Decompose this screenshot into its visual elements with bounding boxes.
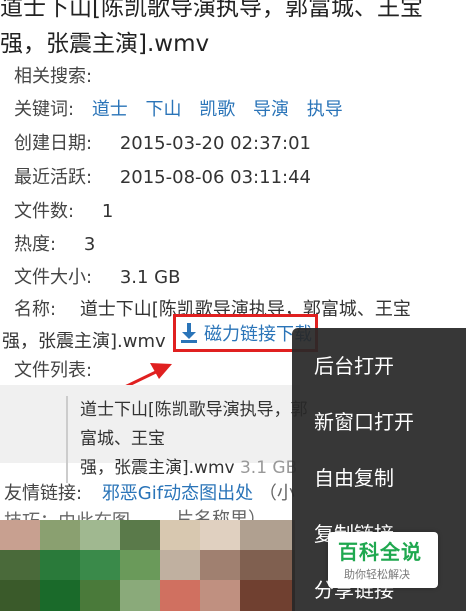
menu-item-open-new-window[interactable]: 新窗口打开 [314,408,414,436]
friend-links-label: 友情链接: [4,483,83,504]
file-list-item: 道士下山[陈凯歌导演执导，郭富城、王宝 强，张震主演].wmv 3.1 GB [66,396,320,483]
friend-link[interactable]: 邪恶Gif动态图出处 [102,483,253,504]
pixelated-image [0,520,295,611]
menu-item-open-background[interactable]: 后台打开 [314,352,394,380]
menu-item-free-copy[interactable]: 自由复制 [314,464,394,492]
filelist-label: 文件列表: [14,360,93,381]
baike-subtitle: 助你轻松解决 [344,568,410,581]
file-size: 3.1 GB [239,458,298,478]
baike-title: 百科全说 [338,540,422,564]
filelist-row: 文件列表: [14,358,92,384]
file-name-line2: 强，张震主演].wmv [80,458,235,478]
file-name-line1: 道士下山[陈凯歌导演执导，郭富城、王宝 [80,400,308,449]
baike-watermark-logo: 百科全说 助你轻松解决 [328,532,438,588]
